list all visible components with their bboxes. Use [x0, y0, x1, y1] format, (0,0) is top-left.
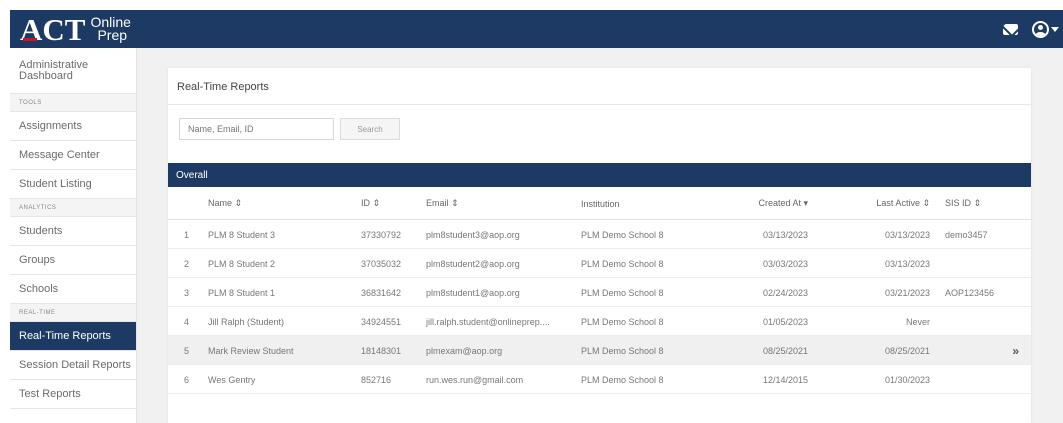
student-email: plmexam@aop.org: [426, 345, 503, 356]
created-at: 08/25/2021: [762, 345, 808, 356]
student-id: 37035032: [361, 258, 402, 269]
student-institution: PLM Demo School 8: [581, 229, 664, 240]
created-at: 03/03/2023: [762, 258, 808, 269]
last-active: 03/13/2023: [884, 229, 930, 240]
row-number: 3: [184, 287, 190, 298]
sidebar-section-tools: TOOLS: [10, 94, 136, 112]
student-institution: PLM Demo School 8: [581, 374, 664, 385]
created-at: 02/24/2023: [762, 287, 808, 298]
top-icons: [1003, 10, 1059, 48]
logo-accent-mark: [23, 38, 37, 41]
sidebar-item-test-reports[interactable]: Test Reports: [10, 380, 136, 409]
search-button[interactable]: Search: [340, 118, 400, 140]
student-email: run.wes.run@gmail.com: [426, 374, 524, 385]
sidebar-item-administrative-dashboard[interactable]: Administrative Dashboard: [10, 48, 136, 94]
column-header-last-active[interactable]: Last Active ⇕: [848, 187, 930, 220]
table-row[interactable]: 2 PLM 8 Student 2 37035032 plm8student2@…: [168, 249, 1031, 278]
sidebar-item-student-listing[interactable]: Student Listing: [10, 170, 136, 199]
row-number: 1: [184, 229, 190, 240]
student-email: plm8student3@aop.org: [426, 229, 520, 240]
chevron-down-icon[interactable]: [1051, 26, 1059, 32]
column-header-institution: Institution: [581, 198, 620, 209]
student-email: plm8student2@aop.org: [426, 258, 520, 269]
column-header-email[interactable]: Email ⇕: [426, 187, 459, 220]
table-header: Name ⇕ ID ⇕ Email ⇕ Institution Created …: [168, 187, 1031, 220]
user-icon[interactable]: [1032, 20, 1049, 38]
sis-id: AOP123456: [945, 287, 995, 298]
column-header-name[interactable]: Name ⇕: [208, 187, 242, 220]
sidebar-section-analytics: ANALYTICS: [10, 199, 136, 217]
last-active: Never: [905, 316, 930, 327]
row-open-chevron-icon[interactable]: »: [1012, 336, 1019, 365]
logo-subtitle: Online Prep: [90, 15, 130, 43]
act-online-prep-logo[interactable]: ACT Online Prep: [20, 13, 131, 45]
sidebar-item-schools[interactable]: Schools: [10, 275, 136, 304]
sidebar-item-message-center[interactable]: Message Center: [10, 141, 136, 170]
student-name: Mark Review Student: [208, 345, 294, 356]
row-number: 5: [184, 345, 190, 356]
column-header-created-at[interactable]: Created At ▾: [728, 187, 808, 220]
sis-id: demo3457: [945, 229, 988, 240]
student-id: 18148301: [361, 345, 402, 356]
top-navbar: ACT Online Prep: [10, 10, 1063, 48]
sidebar-item-real-time-reports[interactable]: Real-Time Reports: [10, 322, 136, 351]
student-name: PLM 8 Student 2: [208, 258, 276, 269]
student-institution: PLM Demo School 8: [581, 345, 664, 356]
table-body: 1 PLM 8 Student 3 37330792 plm8student3@…: [168, 220, 1031, 394]
student-institution: PLM Demo School 8: [581, 287, 664, 298]
reports-panel: Real-Time Reports Search Overall Name ⇕ …: [168, 68, 1031, 423]
user-menu[interactable]: [1032, 20, 1059, 38]
row-number: 2: [184, 258, 190, 269]
student-institution: PLM Demo School 8: [581, 258, 664, 269]
sidebar-item-groups[interactable]: Groups: [10, 246, 136, 275]
student-id: 36831642: [361, 287, 402, 298]
student-name: PLM 8 Student 3: [208, 229, 276, 240]
student-email: jill.ralph.student@onlineprep....: [426, 316, 550, 327]
student-id: 37330792: [361, 229, 402, 240]
sidebar: Administrative Dashboard TOOLS Assignmen…: [10, 48, 137, 423]
last-active: 03/13/2023: [884, 258, 930, 269]
student-name: Jill Ralph (Student): [208, 316, 285, 327]
table-row[interactable]: 3 PLM 8 Student 1 36831642 plm8student1@…: [168, 278, 1031, 307]
created-at: 12/14/2015: [762, 374, 808, 385]
sidebar-item-students[interactable]: Students: [10, 217, 136, 246]
overall-section-header: Overall: [168, 163, 1031, 187]
created-at: 01/05/2023: [762, 316, 808, 327]
sidebar-item-assignments[interactable]: Assignments: [10, 112, 136, 141]
sidebar-item-session-detail-reports[interactable]: Session Detail Reports: [10, 351, 136, 380]
mail-icon[interactable]: [1003, 23, 1018, 35]
student-name: PLM 8 Student 1: [208, 287, 276, 298]
row-number: 4: [184, 316, 190, 327]
student-institution: PLM Demo School 8: [581, 316, 664, 327]
table-row[interactable]: 5 Mark Review Student 18148301 plmexam@a…: [168, 336, 1031, 365]
last-active: 08/25/2021: [884, 345, 930, 356]
student-id: 34924551: [361, 316, 402, 327]
search-input[interactable]: [179, 118, 334, 140]
page-title: Real-Time Reports: [177, 81, 269, 93]
created-at: 03/13/2023: [762, 229, 808, 240]
student-email: plm8student1@aop.org: [426, 287, 520, 298]
column-header-sis-id[interactable]: SIS ID ⇕: [945, 187, 981, 220]
title-divider: [168, 104, 1031, 105]
table-row[interactable]: 1 PLM 8 Student 3 37330792 plm8student3@…: [168, 220, 1031, 249]
logo-prep-text: Prep: [97, 27, 128, 43]
row-number: 6: [184, 374, 190, 385]
table-row[interactable]: 4 Jill Ralph (Student) 34924551 jill.ral…: [168, 307, 1031, 336]
student-name: Wes Gentry: [208, 374, 256, 385]
last-active: 03/21/2023: [884, 287, 930, 298]
sidebar-section-real-time: REAL-TIME: [10, 304, 136, 322]
last-active: 01/30/2023: [884, 374, 930, 385]
table-row[interactable]: 6 Wes Gentry 852716 run.wes.run@gmail.co…: [168, 365, 1031, 394]
column-header-id[interactable]: ID ⇕: [361, 187, 380, 220]
student-id: 852716: [361, 374, 392, 385]
